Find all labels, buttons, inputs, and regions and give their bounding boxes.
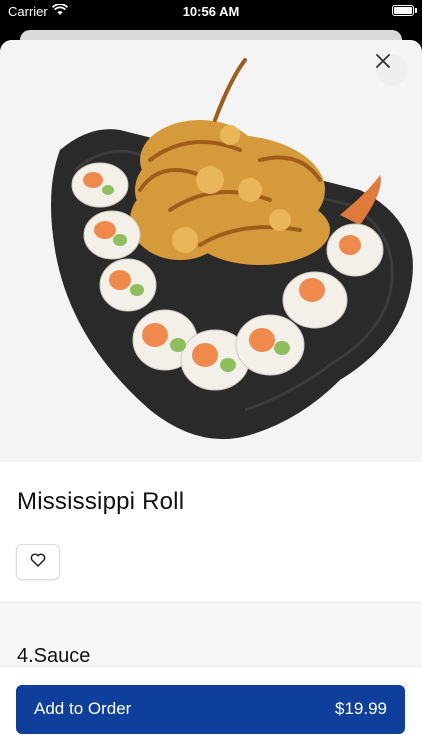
- status-bar: Carrier 10:56 AM: [0, 0, 422, 24]
- clock: 10:56 AM: [182, 4, 240, 19]
- favorite-button[interactable]: [16, 544, 60, 580]
- close-button[interactable]: [376, 54, 408, 86]
- item-detail-sheet: Mississippi Roll 4.Sauce Add to Order $1…: [0, 40, 422, 750]
- add-to-order-label: Add to Order: [34, 699, 132, 718]
- section-title: 4.Sauce: [17, 645, 91, 667]
- item-title: Mississippi Roll: [17, 488, 185, 515]
- price-label: $19.99: [335, 699, 387, 718]
- battery-icon: [392, 5, 417, 16]
- add-to-order-button[interactable]: Add to Order $19.99: [16, 685, 405, 734]
- item-photo: [0, 40, 422, 462]
- heart-icon: [30, 553, 46, 572]
- bottom-action-bar: Add to Order $19.99: [0, 666, 422, 750]
